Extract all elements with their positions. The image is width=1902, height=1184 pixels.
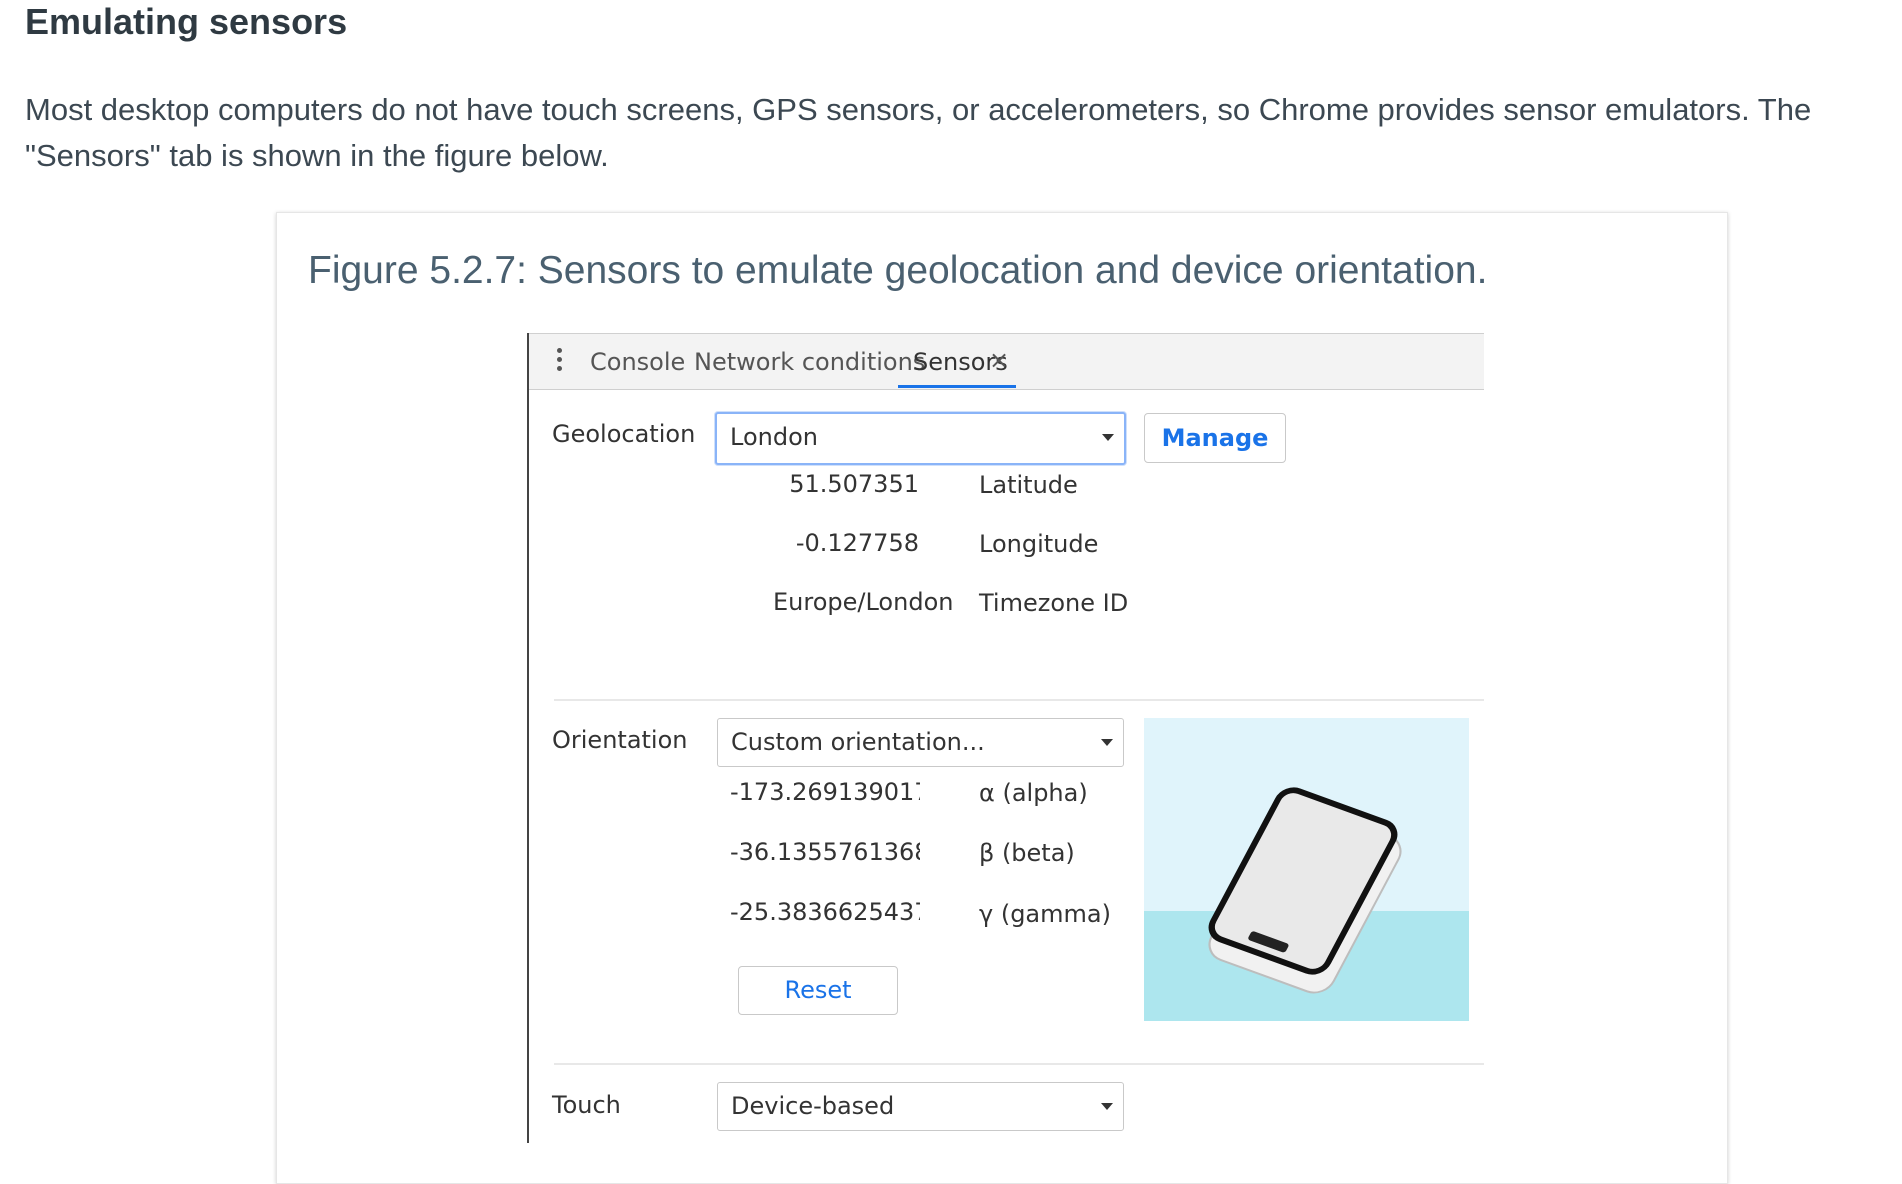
beta-label: β (beta) <box>979 839 1075 867</box>
close-icon[interactable]: × <box>989 346 1009 374</box>
touch-label: Touch <box>552 1091 621 1119</box>
device-notch <box>1247 930 1290 954</box>
orientation-select[interactable]: Custom orientation... <box>717 718 1124 767</box>
gamma-label: γ (gamma) <box>979 900 1111 928</box>
timezone-label: Timezone ID <box>979 589 1129 617</box>
chevron-down-icon <box>1102 434 1114 441</box>
latitude-label: Latitude <box>979 471 1078 499</box>
alpha-label: α (alpha) <box>979 779 1088 807</box>
tab-network-conditions[interactable]: Network conditions <box>694 348 925 376</box>
latitude-value[interactable]: 51.507351 <box>729 470 919 498</box>
reset-button[interactable]: Reset <box>738 966 898 1015</box>
section-divider <box>554 1063 1484 1065</box>
figure-card: Figure 5.2.7: Sensors to emulate geoloca… <box>276 212 1728 1184</box>
orientation-label: Orientation <box>552 726 688 754</box>
geolocation-select[interactable]: London <box>715 412 1126 465</box>
geolocation-label: Geolocation <box>552 420 696 448</box>
figure-caption: Figure 5.2.7: Sensors to emulate geoloca… <box>308 249 1488 292</box>
devtools-sensors-screenshot: Console Network conditions Sensors × Geo… <box>527 333 1484 1143</box>
chevron-down-icon <box>1101 739 1113 746</box>
touch-select[interactable]: Device-based <box>717 1082 1124 1131</box>
devtools-tab-bar: Console Network conditions Sensors × <box>529 333 1484 390</box>
geolocation-select-value: London <box>730 423 818 451</box>
gamma-input[interactable]: -25.38366254377 <box>730 898 920 926</box>
alpha-input[interactable]: -173.2691390178 <box>730 778 920 806</box>
longitude-label: Longitude <box>979 530 1099 558</box>
timezone-value[interactable]: Europe/London <box>729 588 989 616</box>
more-menu-icon[interactable] <box>557 348 563 374</box>
section-heading: Emulating sensors <box>25 1 348 42</box>
orientation-select-value: Custom orientation... <box>731 728 985 756</box>
touch-select-value: Device-based <box>731 1092 895 1120</box>
manage-button[interactable]: Manage <box>1144 413 1286 463</box>
beta-input[interactable]: -36.13557613686 <box>730 838 920 866</box>
chevron-down-icon <box>1101 1103 1113 1110</box>
section-divider <box>554 699 1484 701</box>
intro-paragraph: Most desktop computers do not have touch… <box>25 92 1812 173</box>
active-tab-indicator <box>898 385 1016 388</box>
tab-console[interactable]: Console <box>590 348 685 376</box>
longitude-value[interactable]: -0.127758 <box>729 529 919 557</box>
orientation-preview[interactable] <box>1144 718 1469 1021</box>
